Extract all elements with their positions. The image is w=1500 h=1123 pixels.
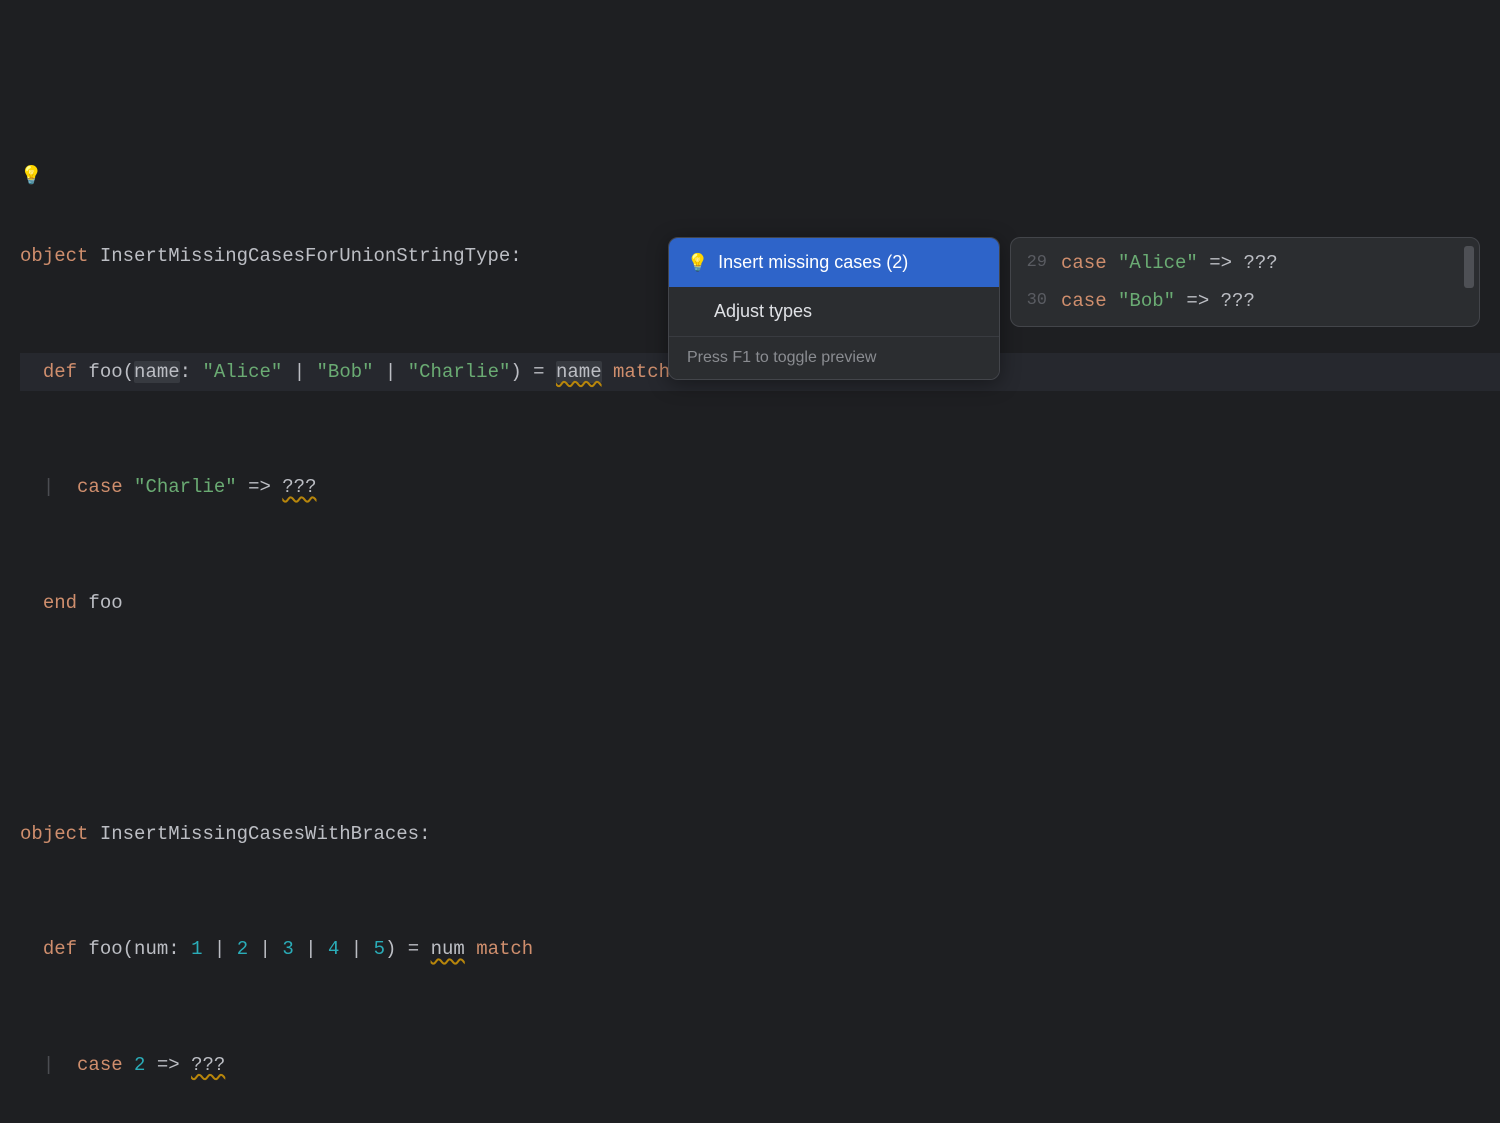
placeholder: ??? [1243,252,1277,274]
keyword-case: case [1061,252,1107,274]
code-line: def foo(num: 1 | 2 | 3 | 4 | 5) = num ma… [20,930,1500,969]
keyword-object: object [20,823,88,845]
quick-fix-popup: 💡 Insert missing cases (2) Adjust types … [668,237,1000,380]
string-literal: "Alice" [1107,252,1198,274]
preview-line: 30 case "Bob" => ??? [1011,282,1479,320]
type-name: InsertMissingCasesForUnionStringType: [88,245,521,267]
string-literal: "Alice" [202,361,282,383]
param-name: name [134,361,180,383]
placeholder: ??? [1221,290,1255,312]
number-literal: 5 [374,938,385,960]
number-literal: 2 [237,938,248,960]
scrollbar-thumb[interactable] [1464,246,1474,288]
string-literal: "Charlie" [123,476,237,498]
popup-hint: Press F1 to toggle preview [669,336,999,379]
string-literal: "Charlie" [408,361,511,383]
placeholder: ??? [191,1054,225,1076]
method-sig: foo( [77,361,134,383]
preview-line: 29 case "Alice" => ??? [1011,244,1479,282]
quick-fix-label: Adjust types [714,301,812,322]
quick-fix-label: Insert missing cases (2) [718,252,908,273]
string-literal: "Bob" [317,361,374,383]
match-target: name [556,361,602,383]
keyword-def: def [43,938,77,960]
code-line: object InsertMissingCasesWithBraces: [20,815,1500,854]
code-line [20,699,1500,738]
keyword-def: def [43,361,77,383]
code-editor[interactable]: object InsertMissingCasesForUnionStringT… [0,0,1500,1123]
keyword-match: match [465,938,533,960]
line-number: 30 [1011,282,1061,320]
keyword-case: case [77,476,123,498]
code-line: | case 2 => ??? [20,1046,1500,1085]
quick-fix-item-adjust-types[interactable]: Adjust types [669,287,999,336]
keyword-case: case [77,1054,123,1076]
code-line: | case "Charlie" => ??? [20,468,1500,507]
keyword-end: end [43,592,77,614]
keyword-case: case [1061,290,1107,312]
type-name: InsertMissingCasesWithBraces: [88,823,430,845]
code-line: end foo [20,584,1500,623]
match-target: num [431,938,465,960]
number-literal: 3 [282,938,293,960]
placeholder: ??? [282,476,316,498]
line-number: 29 [1011,244,1061,282]
keyword-object: object [20,245,88,267]
indent-guide: | [43,476,54,498]
quick-fix-item-insert-cases[interactable]: 💡 Insert missing cases (2) [669,238,999,287]
number-literal: 4 [328,938,339,960]
string-literal: "Bob" [1107,290,1175,312]
number-literal: 1 [191,938,202,960]
indent-guide: | [43,1054,54,1076]
number-literal: 2 [134,1054,145,1076]
keyword-match: match [602,361,670,383]
lightbulb-icon: 💡 [687,253,708,273]
quick-fix-preview: 29 case "Alice" => ??? 30 case "Bob" => … [1010,237,1480,327]
